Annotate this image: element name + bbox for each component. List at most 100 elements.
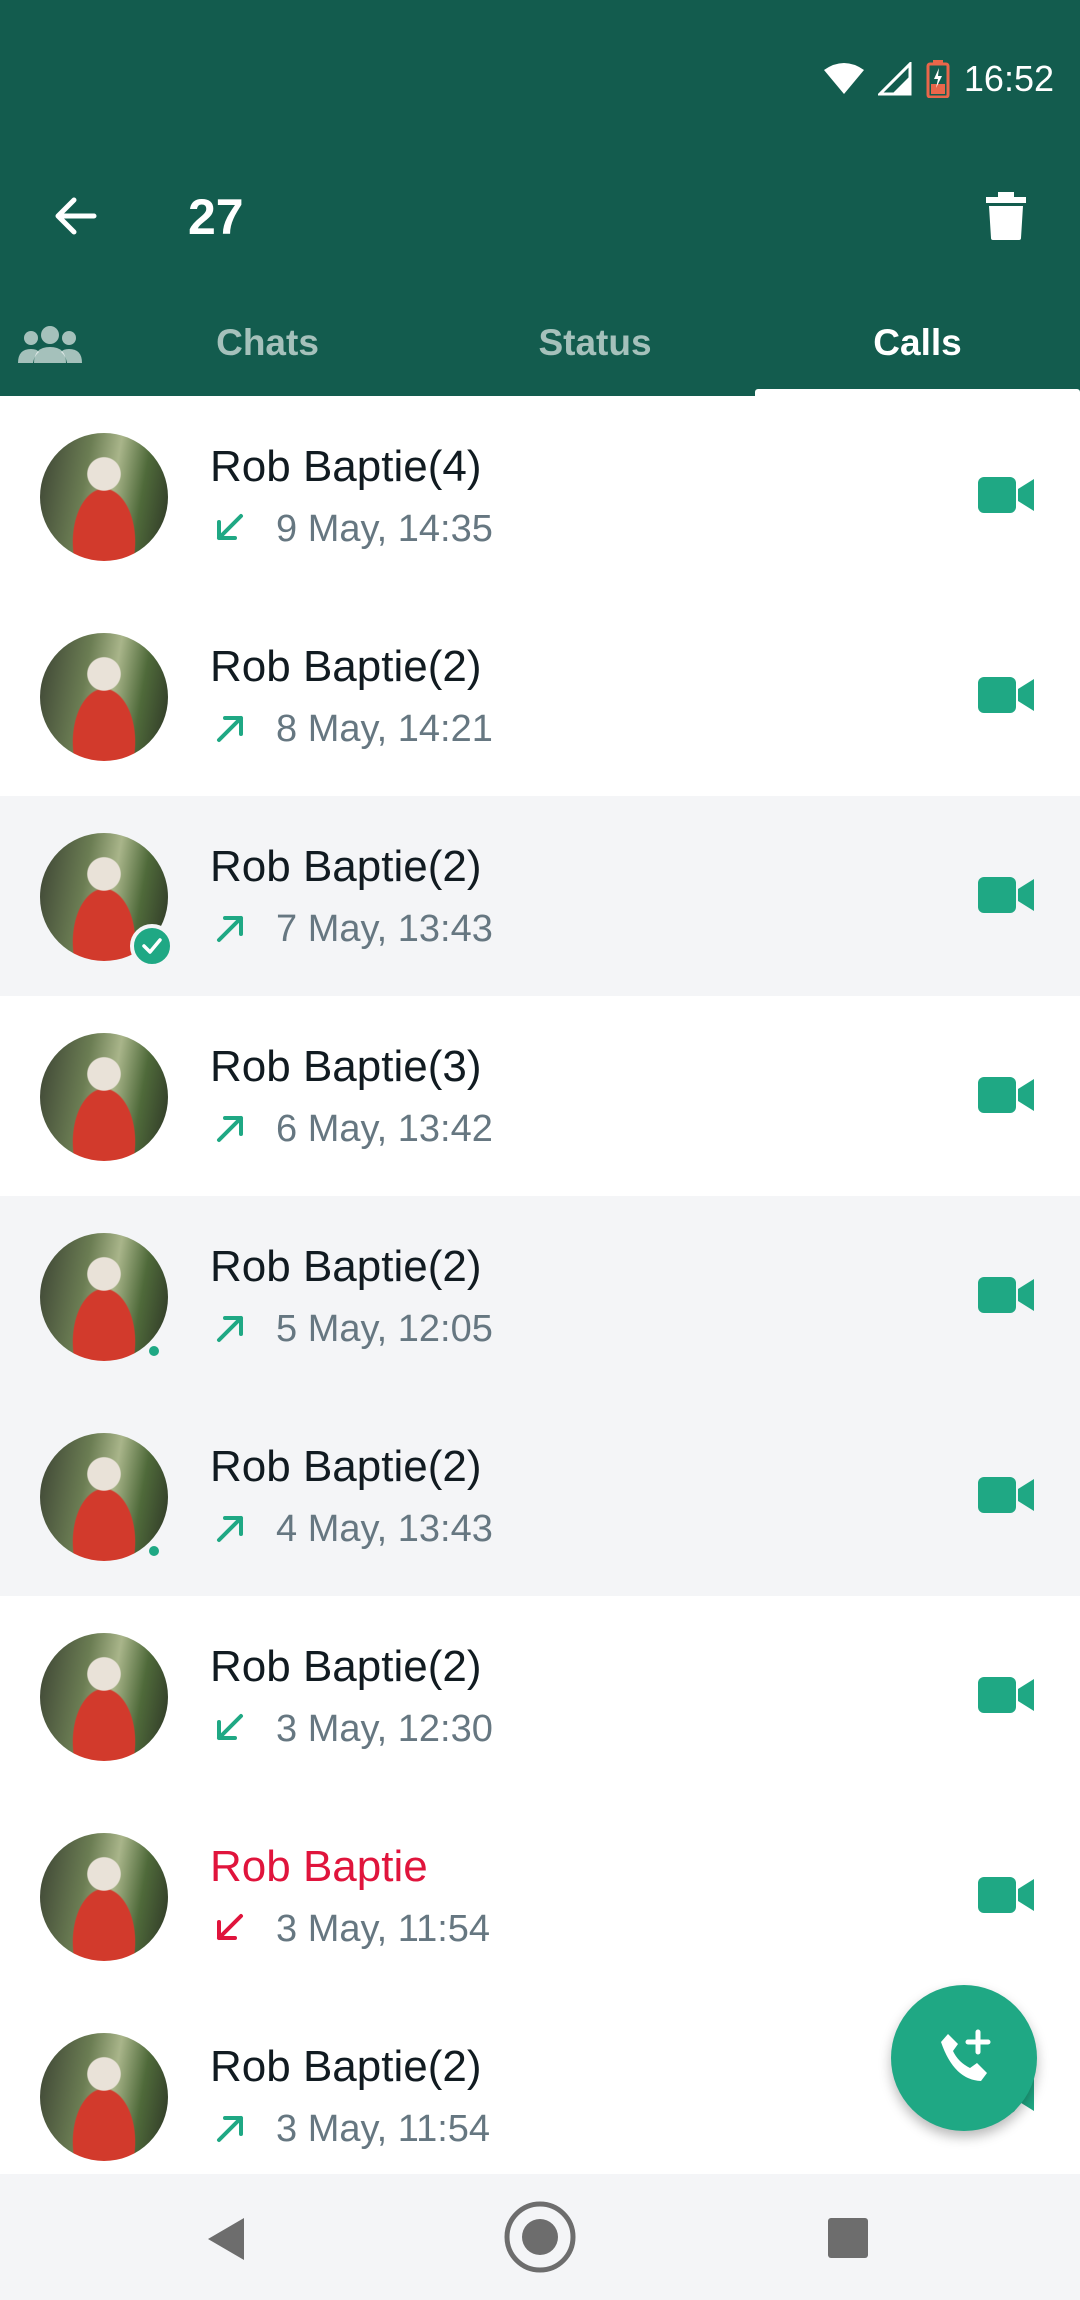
call-row[interactable]: Rob Baptie(4) 9 May, 14:35 [0,396,1080,596]
video-call-button[interactable] [978,1472,1034,1518]
outgoing-call-arrow-icon [210,1309,250,1349]
system-nav-bar [0,2174,1080,2300]
video-call-button[interactable] [978,872,1034,918]
avatar[interactable] [40,1433,168,1561]
outgoing-call-arrow-icon [210,2109,250,2149]
contact-name: Rob Baptie(2) [210,640,481,694]
contact-name-text: Rob Baptie [210,1442,428,1491]
avatar[interactable] [40,1833,168,1961]
call-count: (2) [427,1642,482,1691]
video-call-button[interactable] [978,472,1034,518]
contact-name-text: Rob Baptie [210,2042,428,2091]
video-call-button[interactable] [978,1672,1034,1718]
contact-name: Rob Baptie(2) [210,1440,481,1494]
call-time: 3 May, 11:54 [276,2107,491,2150]
call-row[interactable]: Rob Baptie(3) 6 May, 13:42 [0,996,1080,1196]
status-bar: 16:52 [0,0,1080,160]
video-camera-icon [978,1277,1034,1313]
tab-community[interactable] [0,290,100,396]
active-tab-indicator [755,389,1080,396]
call-time: 7 May, 13:43 [276,907,493,950]
delete-button[interactable] [976,184,1036,248]
nav-recents-icon[interactable] [828,2218,868,2258]
outgoing-call-arrow-icon [210,709,250,749]
call-row[interactable]: Rob Baptie(2) 7 May, 13:43 [0,796,1080,996]
status-time: 16:52 [963,58,1054,99]
avatar[interactable] [40,633,168,761]
avatar[interactable] [40,1233,168,1361]
avatar[interactable] [40,1033,168,1161]
new-call-button[interactable] [891,1985,1037,2131]
tab-calls[interactable]: Calls [755,290,1080,396]
call-details: 9 May, 14:35 [210,504,493,554]
call-details: 3 May, 11:54 [210,2104,490,2154]
contact-name-text: Rob Baptie [210,642,428,691]
selection-toolbar: 27 [0,160,1080,280]
online-status-dot [146,1543,162,1559]
call-row[interactable]: Rob Baptie(2) 4 May, 13:43 [0,1396,1080,1596]
contact-name: Rob Baptie [210,1840,428,1894]
tab-bar: Chats Status Calls [0,290,1080,396]
call-details: 5 May, 12:05 [210,1304,493,1354]
contact-name-text: Rob Baptie [210,1842,428,1891]
call-time: 8 May, 14:21 [276,707,493,750]
call-time: 3 May, 11:54 [276,1907,491,1950]
call-details: 4 May, 13:43 [210,1504,493,1554]
incoming-call-arrow-icon [210,1709,250,1749]
call-row[interactable]: Rob Baptie(2) 8 May, 14:21 [0,596,1080,796]
outgoing-call-arrow-icon [210,1509,250,1549]
selected-count: 27 [188,189,244,245]
nav-back-icon[interactable] [200,2214,250,2264]
contact-name: Rob Baptie(2) [210,2040,481,2094]
video-camera-icon [978,1077,1034,1113]
outgoing-call-arrow-icon [210,909,250,949]
call-count: (2) [427,2042,482,2091]
video-camera-icon [978,1677,1034,1713]
contact-name-text: Rob Baptie [210,842,428,891]
avatar[interactable] [40,1633,168,1761]
nav-home-icon[interactable] [503,2200,577,2274]
contact-name-text: Rob Baptie [210,1042,428,1091]
call-count: (4) [427,442,482,491]
call-count: (2) [427,1242,482,1291]
app-header: 16:52 27 Chats Status Calls [0,0,1080,396]
back-button[interactable] [44,186,104,246]
incoming-call-arrow-icon [210,1909,250,1949]
video-camera-icon [978,477,1034,513]
call-time: 5 May, 12:05 [276,1307,493,1350]
video-camera-icon [978,677,1034,713]
avatar[interactable] [40,2033,168,2161]
video-camera-icon [978,877,1034,913]
contact-name: Rob Baptie(2) [210,1240,481,1294]
contact-name-text: Rob Baptie [210,1242,428,1291]
contact-name: Rob Baptie(2) [210,1640,481,1694]
call-details: 8 May, 14:21 [210,704,493,754]
video-call-button[interactable] [978,1272,1034,1318]
call-time: 6 May, 13:42 [276,1107,493,1150]
community-icon [18,326,82,363]
video-call-button[interactable] [978,672,1034,718]
contact-name-text: Rob Baptie [210,442,428,491]
tab-status[interactable]: Status [435,290,755,396]
video-camera-icon [978,1477,1034,1513]
call-count: (3) [427,1042,482,1091]
arrow-left-icon [55,197,97,235]
avatar[interactable] [40,433,168,561]
call-count: (2) [427,842,482,891]
calls-list: Rob Baptie(4) 9 May, 14:35 Rob Baptie(2) 8 … [0,396,1080,2196]
call-row[interactable]: Rob Baptie 3 May, 11:54 [0,1796,1080,1996]
incoming-call-arrow-icon [210,509,250,549]
online-status-dot [146,1343,162,1359]
tab-chats[interactable]: Chats [100,290,435,396]
video-call-button[interactable] [978,1872,1034,1918]
selected-check-icon [130,924,174,968]
contact-name: Rob Baptie(4) [210,440,481,494]
call-count: (2) [427,642,482,691]
call-row[interactable]: Rob Baptie(2) 5 May, 12:05 [0,1196,1080,1396]
call-row[interactable]: Rob Baptie(2) 3 May, 12:30 [0,1596,1080,1796]
battery-charging-icon [926,60,950,98]
contact-name: Rob Baptie(2) [210,840,481,894]
call-details: 7 May, 13:43 [210,904,493,954]
call-details: 3 May, 12:30 [210,1704,493,1754]
video-call-button[interactable] [978,1072,1034,1118]
